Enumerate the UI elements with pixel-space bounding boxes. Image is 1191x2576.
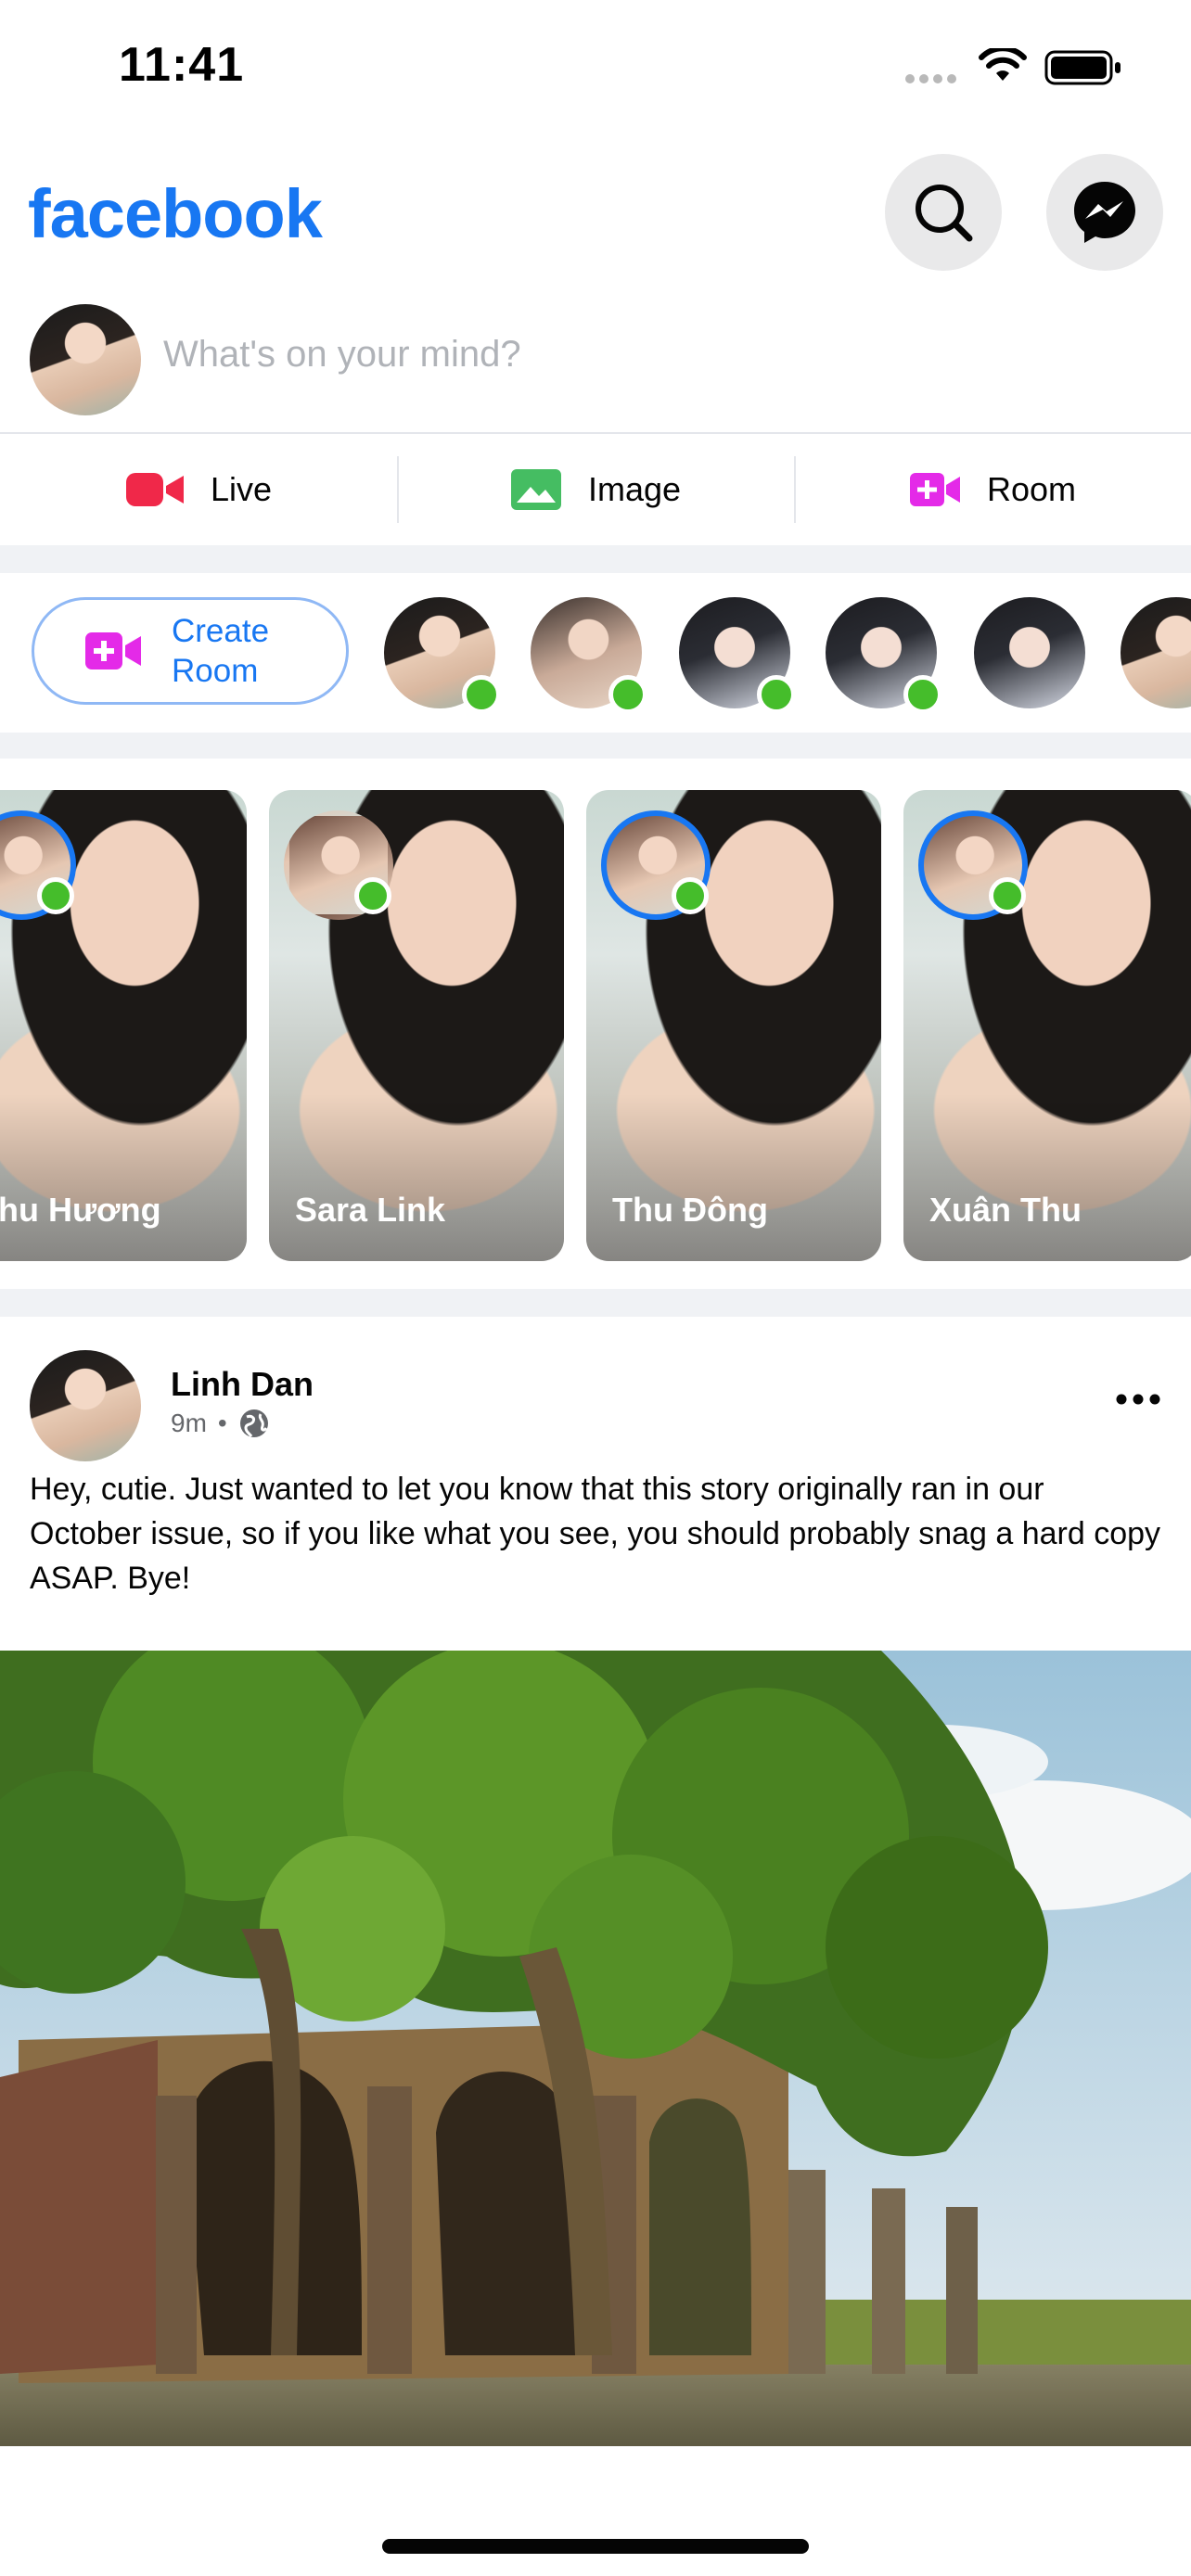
live-label: Live — [210, 470, 273, 508]
online-indicator — [462, 675, 501, 714]
story-author-name: Xuân Thu — [929, 1191, 1082, 1229]
room-friend-avatar[interactable] — [1121, 597, 1191, 708]
create-room-label: Create Room — [172, 613, 270, 689]
signal-dots-icon — [905, 74, 961, 83]
live-video-icon — [125, 473, 184, 506]
live-button[interactable]: Live — [0, 434, 397, 545]
story-card[interactable]: Sara Link — [269, 790, 564, 1261]
story-author-name: Thu Hương — [0, 1191, 161, 1229]
wifi-icon — [979, 48, 1027, 81]
battery-icon — [1044, 50, 1121, 85]
composer-actions: Live Image Room — [0, 434, 1191, 545]
post-author-name[interactable]: Linh Dan — [171, 1365, 314, 1404]
post-author-avatar[interactable] — [30, 1350, 141, 1461]
facebook-feed-screen: 11:41 facebook What's on your mind? Live… — [0, 0, 1191, 2576]
online-indicator — [354, 877, 391, 914]
home-indicator[interactable] — [382, 2539, 809, 2554]
messenger-icon — [1074, 182, 1135, 243]
room-friend-avatar[interactable] — [384, 597, 501, 714]
avatar — [974, 597, 1085, 708]
section-divider — [0, 733, 1191, 759]
search-icon — [916, 185, 973, 242]
online-indicator — [757, 675, 796, 714]
section-divider — [0, 1289, 1191, 1317]
more-horizontal-icon[interactable] — [1115, 1393, 1161, 1406]
online-indicator — [989, 877, 1026, 914]
globe-icon — [239, 1409, 268, 1437]
composer-input[interactable]: What's on your mind? — [163, 334, 521, 376]
messenger-button[interactable] — [1046, 154, 1163, 271]
create-room-button[interactable]: Create Room — [32, 597, 349, 705]
meta-separator: • — [217, 1409, 227, 1437]
image-button[interactable]: Image — [397, 434, 794, 545]
search-button[interactable] — [885, 154, 1002, 271]
story-author-name: Sara Link — [295, 1191, 446, 1229]
room-friend-avatar[interactable] — [531, 597, 647, 714]
section-divider — [0, 545, 1191, 573]
status-time: 11:41 — [119, 38, 245, 92]
status-bar: 11:41 — [0, 0, 1191, 130]
image-label: Image — [587, 470, 682, 508]
story-author-name: Thu Đông — [612, 1191, 768, 1229]
room-friend-avatar[interactable] — [974, 597, 1085, 708]
post-image[interactable] — [0, 1651, 1191, 2446]
online-indicator — [903, 675, 942, 714]
rooms-strip: Create Room — [0, 573, 1191, 733]
feed-post: Linh Dan 9m • Hey, cutie. Just wanted to… — [0, 1317, 1191, 2531]
post-text: Hey, cutie. Just wanted to let you know … — [30, 1472, 1161, 1596]
post-time: 9m — [171, 1409, 207, 1437]
avatar — [1121, 597, 1191, 708]
story-card[interactable]: Thu Hương — [0, 790, 247, 1261]
story-card[interactable]: Xuân Thu — [903, 790, 1191, 1261]
post-meta: 9m • — [171, 1408, 270, 1439]
facebook-logo[interactable]: facebook — [28, 174, 323, 253]
room-friend-avatar[interactable] — [826, 597, 942, 714]
post-composer[interactable]: What's on your mind? — [0, 297, 1191, 434]
current-user-avatar[interactable] — [30, 304, 141, 415]
online-indicator — [608, 675, 647, 714]
online-indicator — [672, 877, 709, 914]
story-card[interactable]: Thu Đông — [586, 790, 881, 1261]
room-icon — [85, 632, 141, 670]
room-label: Room — [986, 470, 1077, 508]
room-friend-avatar[interactable] — [679, 597, 796, 714]
room-button[interactable]: Room — [794, 434, 1191, 545]
top-header: facebook — [0, 139, 1191, 287]
online-indicator — [37, 877, 74, 914]
room-icon — [909, 473, 960, 506]
stories-strip: Thu Hương Sara Link Thu Đông Xuân Thu — [0, 759, 1191, 1287]
image-icon — [510, 469, 561, 510]
